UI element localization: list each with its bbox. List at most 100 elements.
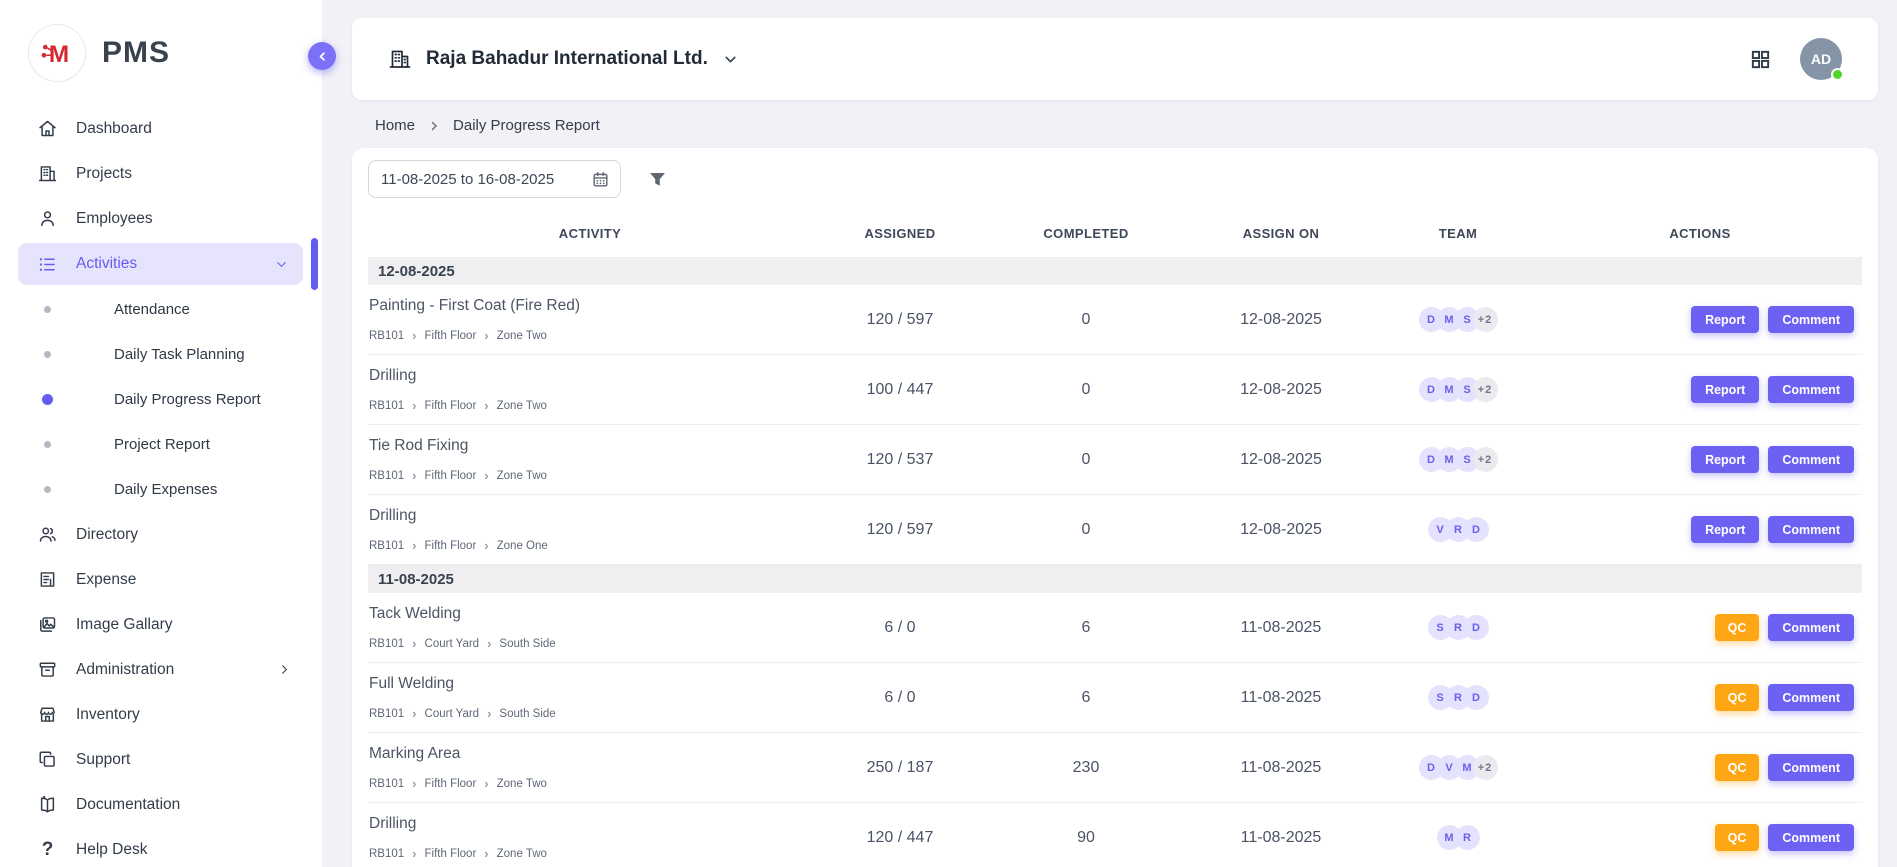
report-button[interactable]: Report xyxy=(1691,376,1759,403)
sidebar-item-label: Expense xyxy=(76,571,136,589)
sidebar-item-expense[interactable]: Expense xyxy=(0,557,322,602)
logo-mark-icon: M xyxy=(28,24,86,82)
team-extra-badge: +2 xyxy=(1473,307,1498,332)
sidebar-subitem-label: Attendance xyxy=(114,301,190,318)
sidebar-item-label: Help Desk xyxy=(76,841,148,859)
sidebar-subitem-daily-progress-report[interactable]: Daily Progress Report xyxy=(0,377,322,422)
qc-button[interactable]: QC xyxy=(1715,754,1760,781)
avatar-initials: AD xyxy=(1811,51,1831,67)
company-selector[interactable]: Raja Bahadur International Ltd. xyxy=(388,47,739,71)
comment-button[interactable]: Comment xyxy=(1768,824,1854,851)
team-member-badge: R xyxy=(1455,825,1480,850)
sidebar-item-support[interactable]: Support xyxy=(0,737,322,782)
sidebar-item-administration[interactable]: Administration xyxy=(0,647,322,692)
qc-button[interactable]: QC xyxy=(1715,614,1760,641)
user-avatar[interactable]: AD xyxy=(1800,38,1842,80)
sidebar-item-projects[interactable]: Projects xyxy=(0,151,322,196)
path-segment: Fifth Floor xyxy=(425,400,477,412)
people-icon xyxy=(37,524,58,545)
sidebar-item-image-gallary[interactable]: Image Gallary xyxy=(0,602,322,647)
sidebar-item-directory[interactable]: Directory xyxy=(0,512,322,557)
activity-path: RB101›Court Yard›South Side xyxy=(369,637,802,650)
team-avatars: DMS+2 xyxy=(1378,307,1538,332)
copy-icon xyxy=(37,749,58,770)
sidebar-item-help-desk[interactable]: ?Help Desk xyxy=(0,827,322,867)
activity-row: Tie Rod Fixing RB101›Fifth Floor›Zone Tw… xyxy=(368,425,1862,495)
path-chevron-icon: › xyxy=(412,399,416,412)
path-segment: Zone Two xyxy=(497,400,547,412)
path-segment: Zone One xyxy=(497,540,548,552)
online-status-dot xyxy=(1831,68,1844,81)
sidebar-item-label: Inventory xyxy=(76,706,140,724)
filter-row: 11-08-2025 to 16-08-2025 xyxy=(368,160,1862,198)
breadcrumb-current-page: Daily Progress Report xyxy=(453,117,600,134)
qc-button[interactable]: QC xyxy=(1715,824,1760,851)
comment-button[interactable]: Comment xyxy=(1768,614,1854,641)
team-extra-badge: +2 xyxy=(1473,755,1498,780)
team-avatars: SRD xyxy=(1378,615,1538,640)
team-avatars: DMS+2 xyxy=(1378,377,1538,402)
archive-icon xyxy=(37,659,58,680)
sidebar-subitem-attendance[interactable]: Attendance xyxy=(0,287,322,332)
report-button[interactable]: Report xyxy=(1691,446,1759,473)
sidebar-collapse-button[interactable] xyxy=(308,42,336,70)
comment-button[interactable]: Comment xyxy=(1768,684,1854,711)
activity-title: Marking Area xyxy=(369,745,802,763)
path-chevron-icon: › xyxy=(412,847,416,860)
sidebar-item-documentation[interactable]: Documentation xyxy=(0,782,322,827)
sidebar-subitem-daily-task-planning[interactable]: Daily Task Planning xyxy=(0,332,322,377)
app-name: PMS xyxy=(102,36,170,70)
assigned-value: 120 / 597 xyxy=(812,521,988,539)
team-avatars: MR xyxy=(1378,825,1538,850)
comment-button[interactable]: Comment xyxy=(1768,754,1854,781)
book-icon xyxy=(37,794,58,815)
comment-button[interactable]: Comment xyxy=(1768,446,1854,473)
path-chevron-icon: › xyxy=(412,469,416,482)
sidebar-item-dashboard[interactable]: Dashboard xyxy=(0,106,322,151)
date-range-input[interactable]: 11-08-2025 to 16-08-2025 xyxy=(368,160,621,198)
activity-path: RB101›Fifth Floor›Zone Two xyxy=(369,399,802,412)
activity-row: Tack Welding RB101›Court Yard›South Side… xyxy=(368,593,1862,663)
actions-cell: Report Comment xyxy=(1538,306,1862,333)
comment-button[interactable]: Comment xyxy=(1768,516,1854,543)
activity-row: Full Welding RB101›Court Yard›South Side… xyxy=(368,663,1862,733)
path-chevron-icon: › xyxy=(487,707,491,720)
activity-title: Full Welding xyxy=(369,675,802,693)
company-name: Raja Bahadur International Ltd. xyxy=(426,48,708,70)
sidebar-item-inventory[interactable]: Inventory xyxy=(0,692,322,737)
column-header-activity: ACTIVITY xyxy=(368,226,812,241)
sidebar-subitem-project-report[interactable]: Project Report xyxy=(0,422,322,467)
assigned-value: 6 / 0 xyxy=(812,619,988,637)
logo-m-icon: M xyxy=(39,35,75,71)
assigned-value: 120 / 447 xyxy=(812,829,988,847)
filter-funnel-icon[interactable] xyxy=(647,169,668,190)
path-segment: South Side xyxy=(499,708,555,720)
sidebar-item-activities[interactable]: Activities xyxy=(18,243,303,285)
sidebar-item-employees[interactable]: Employees xyxy=(0,196,322,241)
activity-path: RB101›Fifth Floor›Zone Two xyxy=(369,777,802,790)
person-icon xyxy=(37,208,58,229)
report-button[interactable]: Report xyxy=(1691,516,1759,543)
activity-row: Drilling RB101›Fifth Floor›Zone Two 100 … xyxy=(368,355,1862,425)
assign-on-value: 12-08-2025 xyxy=(1184,521,1378,539)
svg-text:M: M xyxy=(49,41,69,68)
path-segment: Fifth Floor xyxy=(425,330,477,342)
activity-path: RB101›Fifth Floor›Zone Two xyxy=(369,329,802,342)
path-segment: Court Yard xyxy=(425,638,480,650)
team-avatars: VRD xyxy=(1378,517,1538,542)
assign-on-value: 12-08-2025 xyxy=(1184,451,1378,469)
sidebar-subitem-daily-expenses[interactable]: Daily Expenses xyxy=(0,467,322,512)
comment-button[interactable]: Comment xyxy=(1768,376,1854,403)
column-header-assign-on: ASSIGN ON xyxy=(1184,226,1378,241)
completed-value: 0 xyxy=(988,311,1184,329)
qc-button[interactable]: QC xyxy=(1715,684,1760,711)
report-button[interactable]: Report xyxy=(1691,306,1759,333)
sidebar: M PMS DashboardProjectsEmployeesActiviti… xyxy=(0,0,322,867)
home-icon xyxy=(37,118,58,139)
apps-grid-icon[interactable] xyxy=(1749,48,1772,71)
breadcrumb-home-link[interactable]: Home xyxy=(375,117,415,134)
comment-button[interactable]: Comment xyxy=(1768,306,1854,333)
actions-cell: QC Comment xyxy=(1538,824,1862,851)
image-icon xyxy=(37,614,58,635)
completed-value: 230 xyxy=(988,759,1184,777)
